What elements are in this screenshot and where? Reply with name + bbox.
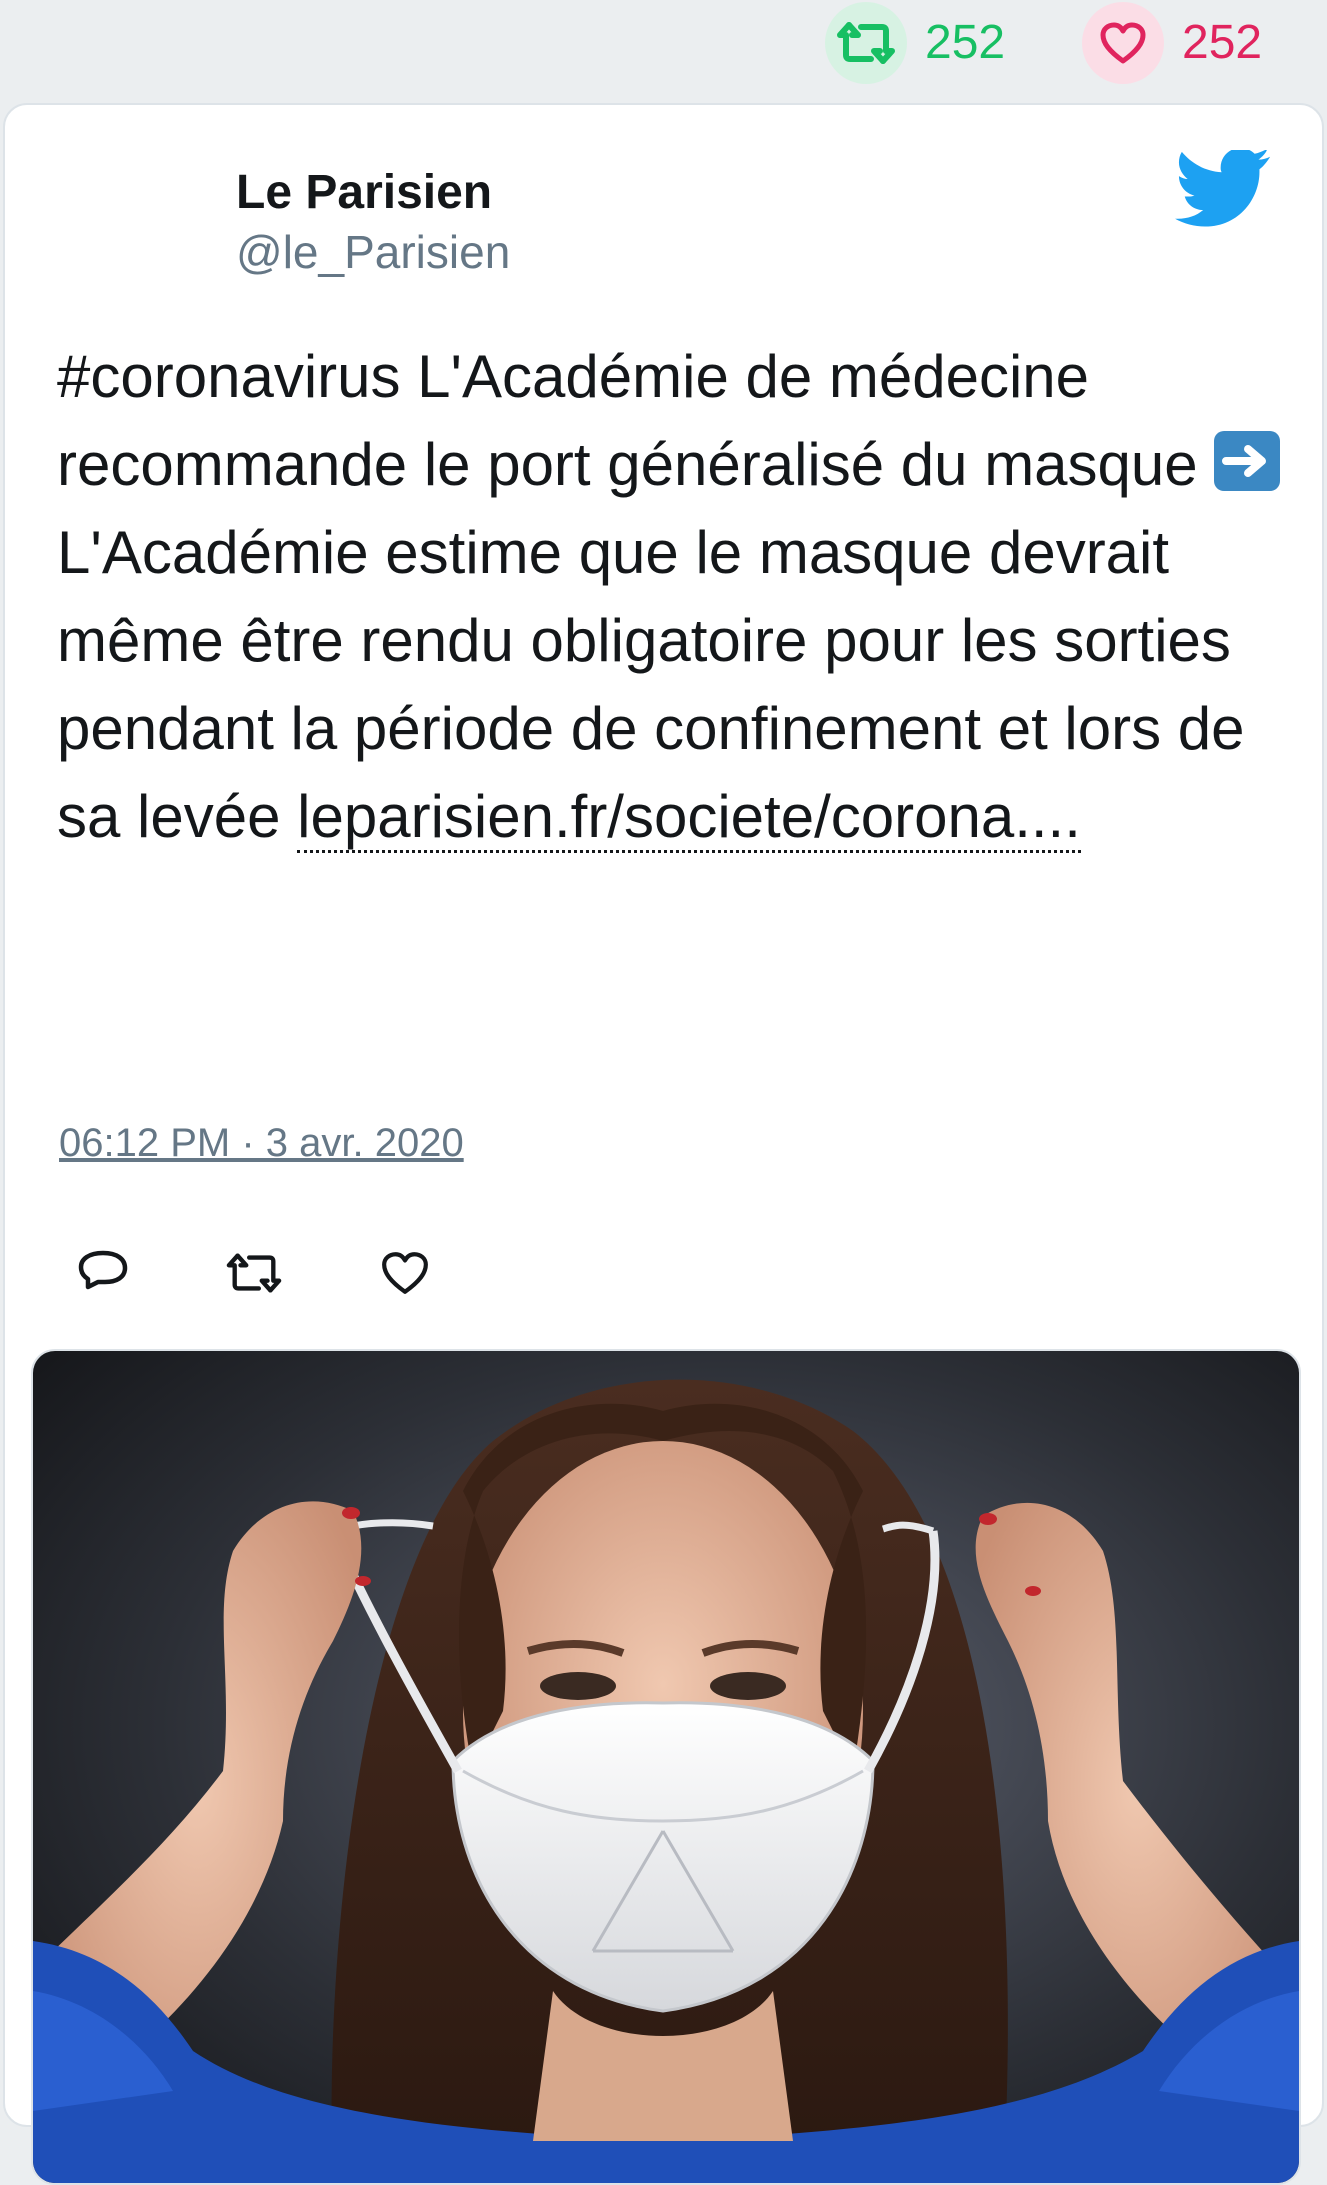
engagement-bar: 252 252 xyxy=(0,0,1327,100)
avatar[interactable] xyxy=(59,160,179,280)
author-name[interactable]: Le Parisien xyxy=(236,165,492,220)
woman-wearing-mask-photo xyxy=(33,1351,1299,2183)
twitter-bird-icon[interactable] xyxy=(1175,147,1273,230)
retweet-action-icon[interactable] xyxy=(226,1245,282,1301)
retweet-icon[interactable] xyxy=(825,1,907,84)
like-count: 252 xyxy=(1182,16,1263,69)
heart-icon[interactable] xyxy=(1082,1,1164,84)
like-action-icon[interactable] xyxy=(377,1245,433,1301)
tweet-text: #coronavirus L'Académie de médecine reco… xyxy=(57,333,1287,861)
tweet-photo[interactable] xyxy=(31,1349,1301,2185)
author-handle[interactable]: @le_Parisien xyxy=(236,225,510,279)
reply-icon[interactable] xyxy=(75,1245,131,1301)
retweet-stat[interactable]: 252 xyxy=(825,0,1005,85)
like-stat[interactable]: 252 xyxy=(1082,0,1262,85)
tweet-text-part1: #coronavirus L'Académie de médecine reco… xyxy=(57,343,1215,498)
article-link[interactable]: leparisien.fr/societe/corona.... xyxy=(297,783,1081,853)
retweet-count: 252 xyxy=(925,16,1006,69)
tweet-actions xyxy=(75,1245,528,1305)
tweet-timestamp[interactable]: 06:12 PM · 3 avr. 2020 xyxy=(59,1121,464,1166)
tweet-card: Le Parisien @le_Parisien #coronavirus L'… xyxy=(3,103,1324,2185)
right-arrow-emoji-icon xyxy=(1214,431,1281,491)
